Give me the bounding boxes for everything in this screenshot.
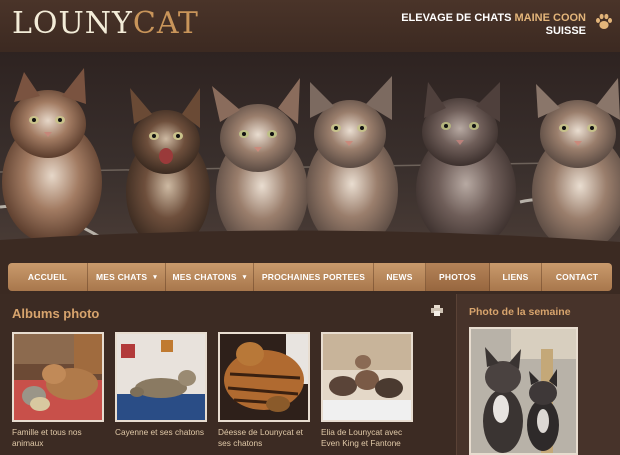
nav-photos[interactable]: PHOTOS: [426, 263, 490, 291]
album-caption[interactable]: Déesse de Lounycat et ses chatons: [218, 427, 310, 449]
album-caption[interactable]: Elia de Lounycat avec Even King et Fanto…: [321, 427, 413, 449]
site-logo[interactable]: LOUNY CAT: [12, 6, 199, 42]
album-photo-cayenne: [117, 334, 205, 420]
nav-label: PROCHAINES PORTEES: [261, 272, 366, 282]
kittens-banner: [0, 52, 620, 250]
album-card[interactable]: Famille et tous nos animaux: [12, 332, 104, 449]
main-nav: ACCUEIL MES CHATS ▾ MES CHATONS ▾ PROCHA…: [8, 263, 612, 291]
kittens-banner-image: [0, 52, 620, 250]
album-thumbnail[interactable]: [12, 332, 104, 422]
album-card[interactable]: Elia de Lounycat avec Even King et Fanto…: [321, 332, 413, 449]
chevron-down-icon: ▾: [242, 274, 247, 281]
album-card[interactable]: Cayenne et ses chatons: [115, 332, 207, 438]
nav-label: MES CHATS: [96, 272, 148, 282]
nav-news[interactable]: NEWS: [374, 263, 426, 291]
logo-text-louny: LOUNY: [12, 6, 133, 41]
album-thumbnail[interactable]: [321, 332, 413, 422]
album-caption[interactable]: Cayenne et ses chatons: [115, 427, 207, 438]
nav-label: NEWS: [386, 272, 413, 282]
nav-accueil[interactable]: ACCUEIL: [8, 263, 88, 291]
nav-mes-chatons[interactable]: MES CHATONS ▾: [166, 263, 254, 291]
photo-of-week-title: Photo de la semaine: [469, 306, 571, 318]
nav-label: ACCUEIL: [27, 272, 68, 282]
album-photo-elia: [323, 334, 411, 420]
nav-label: MES CHATONS: [172, 272, 237, 282]
photo-of-week-image[interactable]: [469, 327, 578, 455]
logo-text-cat: CAT: [132, 6, 199, 41]
album-photo-family: [14, 334, 102, 420]
nav-label: CONTACT: [555, 272, 599, 282]
nav-contact[interactable]: CONTACT: [542, 263, 612, 291]
print-icon[interactable]: [431, 305, 443, 316]
album-caption[interactable]: Famille et tous nos animaux: [12, 427, 104, 449]
tagline-breed: MAINE COON: [514, 12, 587, 24]
site-tagline: ELEVAGE DE CHATS MAINE COON SUISSE: [401, 12, 586, 38]
paw-icon: [596, 13, 612, 29]
nav-mes-chats[interactable]: MES CHATS ▾: [88, 263, 166, 291]
nav-prochaines-portees[interactable]: PROCHAINES PORTEES: [254, 263, 374, 291]
nav-label: LIENS: [502, 272, 529, 282]
album-thumbnail[interactable]: [115, 332, 207, 422]
chevron-down-icon: ▾: [153, 274, 157, 281]
photo-of-week-kittens: [471, 329, 576, 453]
tagline-country: SUISSE: [545, 25, 586, 37]
tagline-prefix: ELEVAGE DE CHATS: [401, 12, 515, 24]
album-card[interactable]: Déesse de Lounycat et ses chatons: [218, 332, 310, 449]
album-photo-deesse: [220, 334, 308, 420]
nav-label: PHOTOS: [439, 272, 476, 282]
album-thumbnail[interactable]: [218, 332, 310, 422]
albums-title: Albums photo: [12, 306, 100, 321]
site-header: LOUNY CAT ELEVAGE DE CHATS MAINE COON SU…: [0, 0, 620, 60]
nav-liens[interactable]: LIENS: [490, 263, 542, 291]
